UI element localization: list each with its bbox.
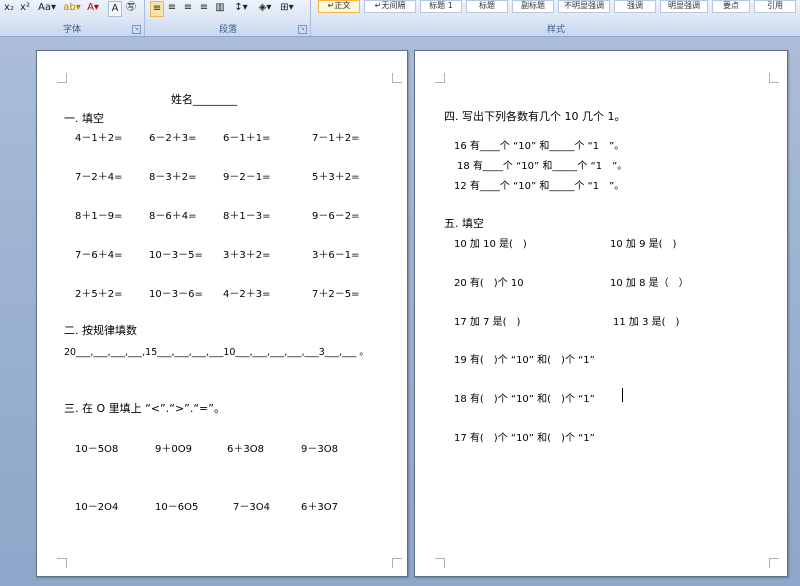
text-cursor [622, 388, 623, 402]
highlight-color-button[interactable]: ab▾ [62, 1, 82, 15]
equation: 8－3＋2= [149, 172, 197, 183]
tens-ones-line: 18 有____个 “10” 和_____个 “1 ”。 [457, 161, 628, 172]
fill-item: 10 加 8 是（ ） [610, 278, 689, 289]
font-group-label: 字体 [62, 25, 81, 35]
equation: 2＋5＋2= [75, 289, 123, 300]
enclose-char-button[interactable]: ㊢ [124, 1, 138, 15]
tens-ones-line: 17 有( )个 “10” 和( )个 “1” [454, 433, 595, 444]
equation: 7＋2－5= [312, 289, 360, 300]
style-emphasis[interactable]: 强调 [614, 0, 656, 13]
fill-item: 20 有( )个 10 [454, 278, 524, 289]
document-page-1[interactable]: 姓名________ 一. 填空 4－1＋2= 6－2＋3= 6－1＋1= 7－… [36, 50, 408, 577]
equation: 7－1＋2= [312, 133, 360, 144]
equation: 7－6＋4= [75, 250, 123, 261]
equation: 4－2＋3= [223, 289, 271, 300]
margin-corner-mark [769, 558, 779, 568]
margin-corner-mark [392, 73, 402, 83]
shading-button[interactable]: ◈▾ [256, 1, 274, 15]
margin-corner-mark [435, 558, 445, 568]
ribbon: x₂ x² Aa▾ ab▾ A▾ A ㊢ 字体 ↘ ≡ ≡ ≡ ≡ ▥ ↕▾ ◈… [0, 0, 800, 37]
tens-ones-line: 18 有( )个 “10” 和( )个 “1” [454, 394, 595, 405]
style-strong[interactable]: 要点 [712, 0, 750, 13]
equation: 4－1＋2= [75, 133, 123, 144]
margin-corner-mark [392, 558, 402, 568]
fill-item: 10 加 9 是( ) [610, 239, 677, 250]
comparison: 6＋3O8 [227, 444, 264, 455]
section-2-title: 二. 按规律填数 [64, 324, 137, 337]
equation: 5＋3＋2= [312, 172, 360, 183]
equation: 6－1＋1= [223, 133, 271, 144]
line-spacing-button[interactable]: ↕▾ [232, 1, 250, 15]
align-center-button[interactable]: ≡ [166, 1, 178, 15]
comparison: 7－3O4 [233, 502, 270, 513]
subscript-button[interactable]: x₂ [2, 1, 16, 15]
equation: 9－2－1= [223, 172, 271, 183]
comparison: 10－5O8 [75, 444, 119, 455]
equation: 8＋1－9= [75, 211, 123, 222]
comparison: 9＋0O9 [155, 444, 192, 455]
equation: 3＋3＋2= [223, 250, 271, 261]
comparison: 9－3O8 [301, 444, 338, 455]
section-1-title: 一. 填空 [64, 112, 104, 125]
fill-item: 10 加 10 是( ) [454, 239, 527, 250]
comparison: 10－2O4 [75, 502, 119, 513]
section-4-title: 四. 写出下列各数有几个 10 几个 1。 [444, 110, 626, 123]
margin-corner-mark [769, 73, 779, 83]
equation: 10－3－6= [149, 289, 203, 300]
section-5-title: 五. 填空 [444, 217, 484, 230]
equation: 7－2＋4= [75, 172, 123, 183]
style-quote[interactable]: 引用 [754, 0, 796, 13]
tens-ones-line: 16 有____个 “10” 和_____个 “1 ”。 [454, 141, 625, 152]
equation: 3＋6－1= [312, 250, 360, 261]
change-case-button[interactable]: Aa▾ [36, 1, 58, 15]
style-no-spacing[interactable]: ↵无间隔 [364, 0, 416, 13]
tens-ones-line: 12 有____个 “10” 和_____个 “1 ”。 [454, 181, 625, 192]
paragraph-dialog-launcher-icon[interactable]: ↘ [298, 25, 307, 34]
paragraph-group-label: 段落 [218, 25, 237, 35]
equation: 10－3－5= [149, 250, 203, 261]
font-group: x₂ x² Aa▾ ab▾ A▾ A ㊢ 字体 ↘ [0, 0, 145, 36]
style-normal[interactable]: ↵正文 [318, 0, 360, 13]
fill-item: 11 加 3 是( ) [613, 317, 680, 328]
styles-group: ↵正文 ↵无间隔 标题 1 标题 副标题 不明显强调 强调 明显强调 要点 引用… [312, 0, 800, 36]
section-3-title: 三. 在 O 里填上 “<”.“>”.“=”。 [64, 402, 225, 415]
justify-button[interactable]: ≡ [198, 1, 210, 15]
superscript-button[interactable]: x² [18, 1, 32, 15]
font-dialog-launcher-icon[interactable]: ↘ [132, 25, 141, 34]
style-heading-1[interactable]: 标题 1 [420, 0, 462, 13]
name-line: 姓名________ [171, 93, 237, 106]
equation: 8＋1－3= [223, 211, 271, 222]
distributed-button[interactable]: ▥ [214, 1, 226, 15]
comparison: 10－6O5 [155, 502, 199, 513]
sequence-line: 20___,___,___,___,15___,___,___,___10___… [64, 347, 369, 358]
styles-group-label: 样式 [546, 25, 565, 35]
tens-ones-line: 19 有( )个 “10” 和( )个 “1” [454, 355, 595, 366]
char-shading-button[interactable]: A [108, 1, 122, 17]
style-subtitle[interactable]: 副标题 [512, 0, 554, 13]
margin-corner-mark [57, 73, 67, 83]
document-page-2[interactable]: 四. 写出下列各数有几个 10 几个 1。 16 有____个 “10” 和__… [414, 50, 788, 577]
margin-corner-mark [57, 558, 67, 568]
comparison: 6＋3O7 [301, 502, 338, 513]
style-title[interactable]: 标题 [466, 0, 508, 13]
font-color-button[interactable]: A▾ [84, 1, 102, 15]
style-intense-emphasis[interactable]: 明显强调 [660, 0, 708, 13]
equation: 8－6＋4= [149, 211, 197, 222]
equation: 6－2＋3= [149, 133, 197, 144]
fill-item: 17 加 7 是( ) [454, 317, 521, 328]
paragraph-group: ≡ ≡ ≡ ≡ ▥ ↕▾ ◈▾ ⊞▾ 段落 ↘ [146, 0, 311, 36]
equation: 9－6－2= [312, 211, 360, 222]
borders-button[interactable]: ⊞▾ [278, 1, 296, 15]
style-subtle-emphasis[interactable]: 不明显强调 [558, 0, 610, 13]
align-left-button[interactable]: ≡ [150, 1, 164, 17]
align-right-button[interactable]: ≡ [182, 1, 194, 15]
margin-corner-mark [435, 73, 445, 83]
